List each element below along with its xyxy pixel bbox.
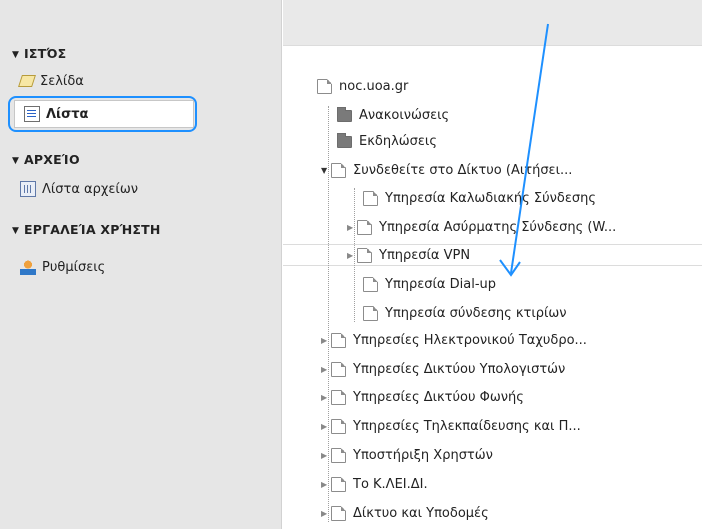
triangle-right-icon[interactable]: ▶	[321, 393, 331, 402]
triangle-right-icon[interactable]: ▶	[321, 451, 331, 460]
folder-icon	[337, 133, 352, 148]
highlight-box	[8, 96, 197, 132]
page-icon	[357, 219, 372, 235]
tree-item[interactable]: ▶ Υπηρεσίες Δικτύου Φωνής	[321, 387, 524, 407]
tree-item[interactable]: Εκδηλώσεις	[327, 131, 437, 151]
tree-item[interactable]: ▶ Το Κ.ΛΕΙ.ΔΙ.	[321, 474, 428, 494]
files-icon	[20, 181, 36, 197]
sidebar-item-file-list[interactable]: Λίστα αρχείων	[20, 178, 138, 200]
page-icon	[331, 361, 346, 377]
triangle-down-icon[interactable]: ▼	[321, 166, 331, 175]
tree-root[interactable]: noc.uoa.gr	[317, 76, 408, 96]
page-icon	[317, 78, 332, 94]
section-header-file[interactable]: ▼ ΑΡΧΕΊΟ	[12, 152, 80, 167]
tree-item[interactable]: ▶ Υποστήριξη Χρηστών	[321, 445, 493, 465]
section-header-site[interactable]: ▼ ΙΣΤΌΣ	[12, 46, 66, 61]
tree-item[interactable]: ▶ Υπηρεσίες Ηλεκτρονικού Ταχυδρο...	[321, 330, 587, 350]
page-tree: noc.uoa.gr Ανακοινώσεις Εκδηλώσεις ▼ Συνδ…	[283, 46, 702, 529]
triangle-right-icon[interactable]: ▶	[321, 336, 331, 345]
sidebar-item-settings[interactable]: Ρυθμίσεις	[20, 256, 105, 278]
triangle-right-icon[interactable]: ▶	[321, 422, 331, 431]
triangle-right-icon[interactable]: ▶	[347, 251, 357, 260]
page-icon	[331, 447, 346, 463]
tree-item[interactable]: Υπηρεσία Καλωδιακής Σύνδεσης	[353, 188, 596, 208]
page-icon	[331, 389, 346, 405]
page-icon	[357, 247, 372, 263]
page-icon	[363, 276, 378, 292]
triangle-right-icon[interactable]: ▶	[321, 365, 331, 374]
triangle-right-icon[interactable]: ▶	[321, 509, 331, 518]
tree-item[interactable]: Ανακοινώσεις	[327, 105, 449, 125]
page-icon	[331, 418, 346, 434]
page-icon	[363, 305, 378, 321]
tree-item[interactable]: Υπηρεσία Dial-up	[353, 274, 496, 294]
sidebar: ▼ ΙΣΤΌΣ Σελίδα Λίστα ▼ ΑΡΧΕΊΟ Λίστα αρχείω…	[0, 0, 282, 529]
triangle-down-icon: ▼	[12, 226, 20, 236]
tree-item[interactable]: ▶ Δίκτυο και Υποδομές	[321, 503, 489, 523]
sidebar-item-page[interactable]: Σελίδα	[18, 70, 84, 92]
hovered-row-background	[283, 244, 702, 266]
tree-item[interactable]: Υπηρεσία σύνδεσης κτιρίων	[353, 303, 567, 323]
page-icon	[331, 332, 346, 348]
page-icon	[363, 190, 378, 206]
folder-icon	[337, 107, 352, 122]
pencil-icon	[18, 75, 36, 87]
triangle-right-icon[interactable]: ▶	[321, 480, 331, 489]
triangle-right-icon[interactable]: ▶	[347, 223, 357, 232]
tree-item-hovered[interactable]: ▶ Υπηρεσία VPN	[347, 245, 470, 265]
section-header-user-tools[interactable]: ▼ ΕΡΓΑΛΕΊΑ ΧΡΉΣΤΗ	[12, 222, 161, 237]
user-settings-icon	[20, 259, 36, 275]
page-icon	[331, 162, 346, 178]
top-toolbar	[283, 0, 702, 46]
tree-item[interactable]: ▶ Υπηρεσίες Τηλεκπαίδευσης και Π...	[321, 416, 581, 436]
triangle-down-icon: ▼	[12, 156, 20, 166]
page-icon	[331, 505, 346, 521]
tree-item-expanded[interactable]: ▼ Συνδεθείτε στο Δίκτυο (Αιτήσει...	[321, 160, 572, 180]
tree-item[interactable]: ▶ Υπηρεσίες Δικτύου Υπολογιστών	[321, 359, 565, 379]
tree-item[interactable]: ▶ Υπηρεσία Ασύρματης Σύνδεσης (W...	[347, 217, 616, 237]
page-icon	[331, 476, 346, 492]
triangle-down-icon: ▼	[12, 50, 20, 60]
